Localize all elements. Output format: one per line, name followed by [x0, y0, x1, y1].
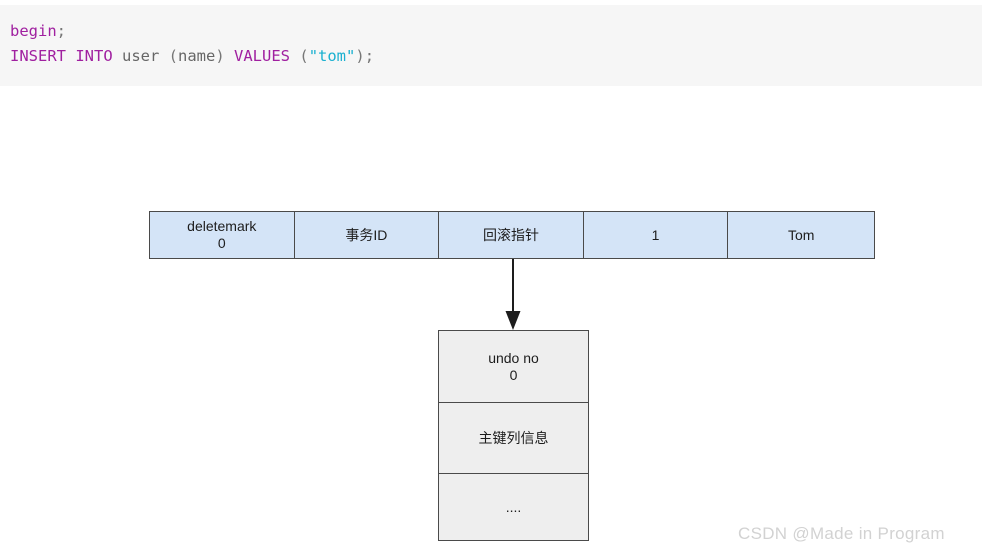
record-row: deletemark 0 事务ID 回滚指针 1 Tom	[149, 211, 875, 259]
record-cell-id: 1	[584, 212, 729, 258]
undo-log-cell-undo-no-value: 0	[509, 366, 518, 383]
undo-log-cell-primary-key-info: 主键列信息	[439, 403, 588, 474]
record-cell-deletemark-value: 0	[217, 235, 226, 251]
record-cell-name: Tom	[728, 212, 874, 258]
record-cell-transaction-id: 事务ID	[295, 212, 440, 258]
undo-log-cell-ellipsis-label: ....	[505, 498, 522, 515]
arrow-down-icon	[505, 259, 521, 330]
undo-log-cell-primary-key-info-label: 主键列信息	[478, 429, 549, 446]
watermark: CSDN @Made in Program	[738, 524, 945, 543]
code-token: )	[215, 47, 235, 65]
undo-log-cell-ellipsis: ....	[439, 474, 588, 540]
code-line-2: INSERT INTO user (name) VALUES ("tom");	[10, 47, 374, 65]
record-cell-deletemark-label: deletemark	[187, 218, 257, 234]
undo-log-cell-undo-no: undo no 0	[439, 331, 588, 403]
record-cell-rollback-pointer-label: 回滚指针	[482, 226, 539, 243]
code-token: (	[159, 47, 179, 65]
code-token: VALUES	[234, 47, 291, 65]
code-token: INSERT	[10, 47, 66, 65]
code-token: user	[122, 47, 160, 65]
code-token: INTO	[75, 47, 113, 65]
code-token: name	[178, 47, 216, 65]
code-line-1: begin;	[10, 22, 66, 40]
record-cell-rollback-pointer: 回滚指针	[439, 212, 584, 258]
code-token: ;	[56, 22, 67, 40]
record-cell-transaction-id-label: 事务ID	[345, 226, 388, 243]
code-token: );	[355, 47, 375, 65]
code-token: "tom"	[308, 47, 356, 65]
record-cell-id-label: 1	[651, 226, 660, 243]
undo-log-cell-undo-no-label: undo no	[488, 349, 539, 366]
undo-log-stack: undo no 0 主键列信息 ....	[438, 330, 589, 541]
code-token: begin	[10, 22, 57, 40]
code-token: (	[290, 47, 309, 65]
record-cell-name-label: Tom	[787, 226, 815, 243]
record-cell-deletemark: deletemark 0	[150, 212, 295, 258]
sql-code-block: begin; INSERT INTO user (name) VALUES ("…	[0, 5, 982, 86]
